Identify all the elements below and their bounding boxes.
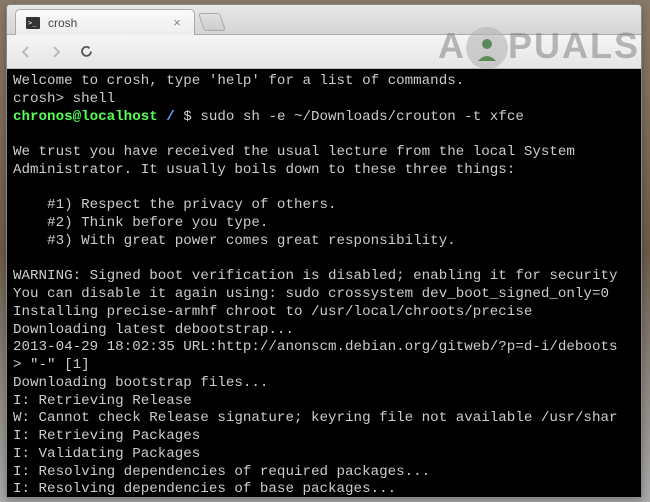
terminal-line: You can disable it again using: sudo cro… — [13, 286, 609, 302]
terminal-line: Downloading latest debootstrap... — [13, 322, 294, 338]
terminal-prompt: crosh> shell — [13, 91, 115, 107]
tab-title: crosh — [48, 16, 77, 30]
terminal-line: We trust you have received the usual lec… — [13, 144, 575, 160]
browser-window: >_ crosh × Welcome to crosh, type 'help'… — [6, 4, 642, 498]
terminal-prompt: chronos@localhost / $ sudo sh -e ~/Downl… — [13, 109, 524, 125]
terminal-output[interactable]: Welcome to crosh, type 'help' for a list… — [7, 69, 641, 497]
terminal-line: > "-" [1] — [13, 357, 90, 373]
tab-close-icon[interactable]: × — [170, 16, 184, 30]
tab-crosh[interactable]: >_ crosh × — [15, 9, 195, 35]
forward-button[interactable] — [45, 41, 67, 63]
terminal-line: I: Resolving dependencies of base packag… — [13, 481, 396, 497]
terminal-icon: >_ — [26, 16, 40, 30]
new-tab-button[interactable] — [198, 13, 226, 31]
terminal-line: W: Cannot check Release signature; keyri… — [13, 410, 618, 426]
terminal-line: I: Retrieving Packages — [13, 428, 200, 444]
terminal-line: Downloading bootstrap files... — [13, 375, 268, 391]
terminal-line: #3) With great power comes great respons… — [13, 233, 456, 249]
user-host: chronos@localhost — [13, 109, 158, 125]
reload-button[interactable] — [75, 41, 97, 63]
terminal-line: WARNING: Signed boot verification is dis… — [13, 268, 618, 284]
back-button[interactable] — [15, 41, 37, 63]
toolbar — [7, 35, 641, 69]
cwd-path: / — [158, 109, 184, 125]
terminal-line: I: Resolving dependencies of required pa… — [13, 464, 430, 480]
terminal-line: #1) Respect the privacy of others. — [13, 197, 337, 213]
terminal-line: Welcome to crosh, type 'help' for a list… — [13, 73, 464, 89]
terminal-line: Administrator. It usually boils down to … — [13, 162, 515, 178]
terminal-line: #2) Think before you type. — [13, 215, 268, 231]
terminal-line: I: Validating Packages — [13, 446, 200, 462]
svg-text:>_: >_ — [28, 19, 37, 27]
terminal-line: Installing precise-armhf chroot to /usr/… — [13, 304, 532, 320]
terminal-line: 2013-04-29 18:02:35 URL:http://anonscm.d… — [13, 339, 618, 355]
tab-strip: >_ crosh × — [7, 5, 641, 35]
terminal-line: I: Retrieving Release — [13, 393, 192, 409]
